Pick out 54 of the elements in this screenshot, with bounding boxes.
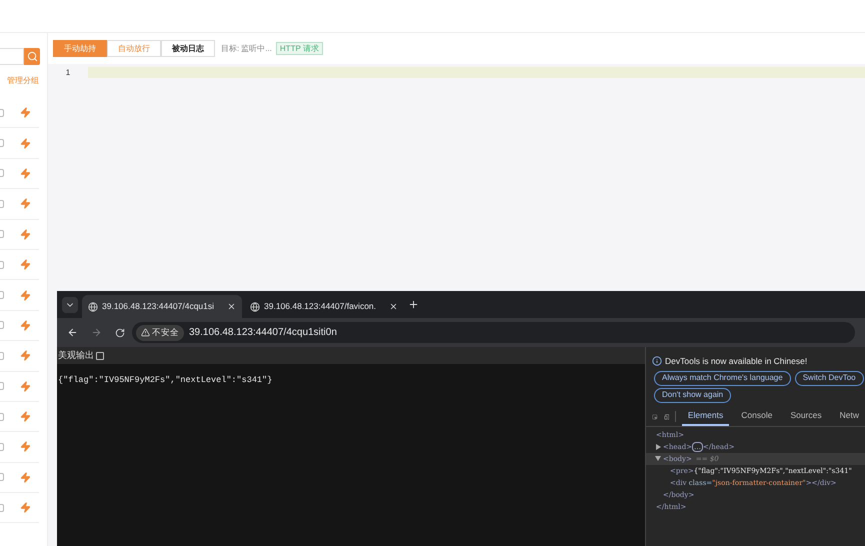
- forward-icon[interactable]: [91, 327, 102, 338]
- pretty-print-label: 美观输出: [58, 348, 94, 362]
- device-toolbar-icon[interactable]: [664, 412, 670, 422]
- devtools-notice-button[interactable]: Switch DevToo: [794, 370, 864, 386]
- lightning-icon[interactable]: [20, 320, 31, 331]
- lightning-icon[interactable]: [20, 350, 31, 362]
- address-bar[interactable]: 不安全 39.106.48.123:44407/4cqu1siti0n: [132, 322, 855, 343]
- devtools-tab[interactable]: Netw: [834, 407, 865, 426]
- globe-icon: [88, 302, 98, 312]
- globe-icon: [250, 302, 260, 312]
- devtools-notice: DevTools is now available in Chinese!: [665, 355, 808, 368]
- tab-title: 39.106.48.123:44407/favicon.: [264, 300, 378, 313]
- lightning-icon[interactable]: [20, 472, 31, 483]
- lightning-icon[interactable]: [20, 198, 31, 210]
- devtools-notice-button[interactable]: Always match Chrome's language: [654, 370, 791, 386]
- collapsed-triangle-icon[interactable]: [656, 444, 661, 450]
- security-chip[interactable]: 不安全: [136, 324, 184, 340]
- lightning-icon[interactable]: [20, 411, 31, 422]
- lightning-icon[interactable]: [20, 441, 31, 452]
- pretty-print-checkbox[interactable]: [96, 352, 104, 360]
- new-tab-icon[interactable]: [408, 299, 419, 310]
- target-label: 目标:: [221, 42, 240, 54]
- back-icon[interactable]: [67, 327, 78, 338]
- devtools-tab[interactable]: Elements: [682, 407, 730, 426]
- warning-icon: [141, 328, 150, 337]
- tab-list-button[interactable]: [62, 296, 78, 312]
- mode-tab[interactable]: 被动日志: [161, 40, 215, 57]
- search-button[interactable]: [24, 48, 40, 65]
- url-text: 39.106.48.123:44407/4cqu1siti0n: [189, 326, 337, 340]
- lightning-icon[interactable]: [20, 380, 31, 392]
- lightning-icon[interactable]: [20, 168, 31, 179]
- lightning-icon[interactable]: [20, 502, 31, 514]
- search-field[interactable]: [0, 48, 24, 65]
- http-request-badge: HTTP 请求: [276, 42, 323, 55]
- tab-title: 39.106.48.123:44407/4cqu1si: [102, 300, 216, 313]
- browser-tab[interactable]: 39.106.48.123:44407/favicon.: [244, 295, 404, 318]
- expanded-triangle-icon[interactable]: [655, 456, 661, 462]
- info-icon: [652, 356, 662, 366]
- lightning-icon[interactable]: [20, 259, 31, 270]
- close-icon[interactable]: [227, 302, 236, 311]
- devtools-tab[interactable]: Sources: [784, 407, 828, 426]
- reload-icon[interactable]: [115, 328, 125, 338]
- json-response: {"flag":"IV95NF9yM2Fs","nextLevel":"s341"}: [58, 374, 274, 387]
- lightning-icon[interactable]: [20, 107, 31, 118]
- devtools-tab[interactable]: Console: [735, 407, 778, 426]
- line-number: 1: [66, 67, 70, 78]
- search-icon: [26, 51, 38, 62]
- close-icon[interactable]: [389, 302, 398, 311]
- browser-tab[interactable]: 39.106.48.123:44407/4cqu1si: [82, 295, 242, 318]
- lightning-icon[interactable]: [20, 228, 31, 240]
- target-status: 监听中...: [241, 42, 272, 54]
- lightning-icon[interactable]: [20, 138, 31, 149]
- devtools-notice-button[interactable]: Don't show again: [654, 388, 732, 403]
- lightning-icon[interactable]: [20, 290, 31, 301]
